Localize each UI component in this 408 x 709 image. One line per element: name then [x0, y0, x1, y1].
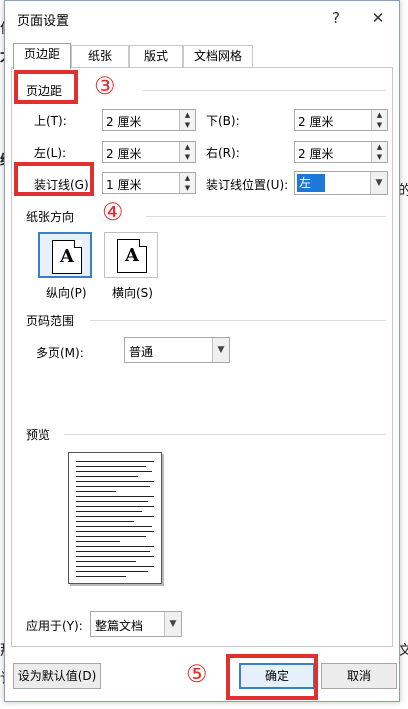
help-button[interactable]: ?: [325, 7, 347, 29]
title-bar: 页面设置 ? ✕: [5, 1, 399, 35]
gutter-position-value: 左: [297, 174, 326, 192]
annotation-box-gutter: [14, 162, 94, 196]
portrait-label[interactable]: 纵向(P): [46, 284, 87, 301]
right-margin-value: 2 厘米: [298, 147, 334, 161]
spinner-arrows: ▲ ▼: [179, 142, 195, 162]
separator: [90, 320, 386, 321]
top-margin-value: 2 厘米: [106, 115, 142, 129]
set-default-button[interactable]: 设为默认值(D): [13, 663, 101, 689]
dialog-title: 页面设置: [17, 14, 70, 29]
gutter-position-label: 装订线位置(U):: [206, 178, 289, 192]
preview-text-line: [76, 561, 136, 562]
bottom-margin-label: 下(B):: [206, 114, 240, 128]
right-margin-spinner[interactable]: 2 厘米 ▲ ▼: [294, 141, 388, 163]
preview-group-label: 预览: [26, 428, 51, 442]
tab-panel-margins: 页边距 上(T): 2 厘米 ▲ ▼ 下(B): 2 厘米 ▲ ▼ 左(L): 2 …: [11, 67, 393, 647]
preview-text-line: [76, 486, 150, 487]
spinner-arrows: ▲ ▼: [179, 173, 195, 193]
top-margin-label: 上(T):: [34, 114, 67, 128]
apply-to-select[interactable]: 整篇文档 ▼: [90, 611, 182, 637]
preview-text-line: [76, 536, 146, 537]
preview-text-line: [76, 511, 142, 512]
tab-doc-grid[interactable]: 文档网格: [183, 45, 253, 68]
chevron-down-icon[interactable]: ▼: [164, 612, 181, 636]
preview-text-line: [76, 466, 146, 467]
spinner-arrows: ▲ ▼: [371, 142, 387, 162]
portrait-button[interactable]: A: [38, 232, 92, 278]
preview-text-line: [76, 506, 154, 507]
apply-to-value: 整篇文档: [95, 619, 144, 633]
cancel-button[interactable]: 取消: [321, 663, 397, 689]
separator: [64, 434, 386, 435]
left-margin-value: 2 厘米: [106, 147, 142, 161]
page-setup-dialog: 页面设置 ? ✕ 页边距 纸张 版式 文档网格 页边距 上(T): 2 厘米 ▲…: [4, 0, 400, 702]
preview-text-line: [76, 501, 148, 502]
preview-text-line: [76, 546, 154, 547]
gutter-spinner[interactable]: 1 厘米 ▲ ▼: [102, 172, 196, 194]
preview-text-line: [76, 521, 134, 522]
chevron-down-icon[interactable]: ▼: [370, 172, 387, 194]
top-margin-spinner[interactable]: 2 厘米 ▲ ▼: [102, 109, 196, 131]
landscape-page-icon: A: [117, 239, 147, 273]
gutter-value: 1 厘米: [106, 178, 142, 192]
preview-text-line: [76, 476, 138, 477]
chevron-down-icon[interactable]: ▼: [212, 338, 229, 362]
annotation-box-ok: [226, 654, 318, 700]
spin-down-icon[interactable]: ▼: [180, 152, 195, 162]
tab-layout[interactable]: 版式: [129, 45, 183, 68]
preview-text-line: [76, 481, 154, 482]
bottom-margin-value: 2 厘米: [298, 115, 334, 129]
preview-text-line: [76, 571, 148, 572]
bottom-margin-spinner[interactable]: 2 厘米 ▲ ▼: [294, 109, 388, 131]
spin-down-icon[interactable]: ▼: [180, 183, 195, 193]
left-margin-spinner[interactable]: 2 厘米 ▲ ▼: [102, 141, 196, 163]
portrait-page-icon: A: [52, 240, 82, 274]
annotation-step-5: ⑤: [186, 660, 208, 688]
annotation-step-4: ④: [102, 198, 124, 226]
preview-text-line: [76, 496, 154, 497]
annotation-step-3: ③: [94, 72, 116, 100]
separator: [146, 216, 386, 217]
preview-text-line: [76, 551, 150, 552]
preview-text-line: [76, 566, 154, 567]
pages-group-label: 页码范围: [26, 314, 75, 328]
apply-to-label: 应用于(Y):: [26, 619, 83, 633]
tab-paper[interactable]: 纸张: [71, 45, 129, 68]
multiple-pages-value: 普通: [129, 345, 154, 359]
preview-text-line: [76, 556, 154, 557]
preview-text-line: [76, 576, 126, 577]
close-icon[interactable]: ✕: [367, 7, 389, 29]
annotation-box-margins: [14, 70, 78, 104]
separator: [142, 90, 386, 91]
preview-text-line: [76, 461, 154, 462]
preview-text-line: [76, 531, 154, 532]
multiple-pages-select[interactable]: 普通 ▼: [124, 337, 230, 363]
orientation-group-label: 纸张方向: [26, 210, 75, 224]
spin-down-icon[interactable]: ▼: [372, 120, 387, 130]
preview-text-line: [76, 491, 116, 492]
left-margin-label: 左(L):: [34, 146, 67, 160]
spinner-arrows: ▲ ▼: [371, 110, 387, 130]
tab-margins[interactable]: 页边距: [13, 43, 71, 69]
landscape-label[interactable]: 横向(S): [112, 284, 153, 301]
right-margin-label: 右(R):: [206, 146, 240, 160]
preview-text-line: [76, 471, 152, 472]
gutter-position-select[interactable]: 左 ▼: [294, 171, 388, 195]
preview-text-line: [76, 516, 154, 517]
preview-text-line: [76, 526, 152, 527]
multiple-pages-label: 多页(M):: [36, 346, 84, 360]
preview-page: [68, 452, 162, 584]
spinner-arrows: ▲ ▼: [179, 110, 195, 130]
preview-text-line: [76, 541, 120, 542]
spin-down-icon[interactable]: ▼: [372, 152, 387, 162]
landscape-button[interactable]: A: [104, 232, 158, 278]
spin-down-icon[interactable]: ▼: [180, 120, 195, 130]
